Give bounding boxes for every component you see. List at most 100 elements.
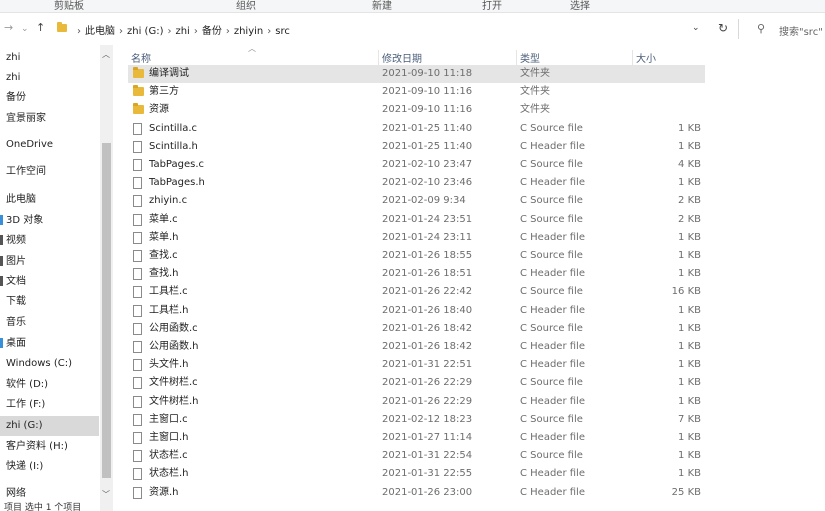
- table-row[interactable]: TabPages.h 2021-02-10 23:46 C Header file 1…: [128, 174, 705, 192]
- table-row[interactable]: 文件树栏.c 2021-01-26 22:29 C Source file 1 KB: [128, 374, 705, 392]
- sidebar-item[interactable]: 软件 (D:): [0, 375, 99, 395]
- table-row[interactable]: 公用函数.c 2021-01-26 18:42 C Source file 1 KB: [128, 320, 705, 338]
- file-icon: [133, 432, 142, 444]
- ribbon-group-organize[interactable]: 组织: [236, 0, 256, 12]
- table-row[interactable]: Scintilla.c 2021-01-25 11:40 C Source file…: [128, 120, 705, 138]
- scroll-down-chevron-icon[interactable]: ﹀: [102, 489, 110, 500]
- file-date: 2021-01-24 23:51: [382, 213, 473, 225]
- navigation-pane: zhi zhi 备份 宜景丽家 OneDrive 工作空间 此电脑 3D 对象 视频 图片 文档 下载…: [0, 45, 113, 511]
- file-type: C Header file: [520, 177, 585, 189]
- file-date: 2021-01-26 18:55: [382, 250, 473, 261]
- sidebar-item[interactable]: 图片: [0, 252, 99, 272]
- table-row[interactable]: TabPages.c 2021-02-10 23:47 C Source file 4…: [128, 156, 705, 174]
- sidebar-item-marker-icon: [0, 399, 3, 409]
- ribbon-group-new[interactable]: 新建: [372, 0, 392, 12]
- file-size: 2 KB: [678, 213, 701, 225]
- sidebar-item[interactable]: 工作 (F:): [0, 395, 99, 415]
- sidebar-item[interactable]: zhi: [0, 48, 99, 68]
- up-arrow-icon[interactable]: ↑: [36, 21, 45, 35]
- sidebar-item[interactable]: 宜景丽家: [0, 109, 99, 129]
- table-row[interactable]: 状态栏.h 2021-01-31 22:55 C Header file 1 KB: [128, 465, 705, 483]
- sidebar-item[interactable]: zhi (G:): [0, 416, 99, 436]
- table-row[interactable]: 工具栏.c 2021-01-26 22:42 C Source file 16 KB: [128, 283, 705, 301]
- file-icon: [133, 122, 142, 135]
- file-size: 1 KB: [678, 322, 701, 334]
- sidebar-item[interactable]: zhi: [0, 68, 99, 88]
- sidebar-item[interactable]: 备份: [0, 88, 99, 108]
- table-row[interactable]: 主窗口.h 2021-01-27 11:14 C Header file 1 KB: [128, 429, 705, 447]
- address-history-chevron-icon[interactable]: ⌄: [692, 23, 700, 33]
- file-date: 2021-09-10 11:16: [382, 86, 473, 98]
- sidebar-item[interactable]: 网络: [0, 484, 99, 504]
- sidebar-item[interactable]: 音乐: [0, 313, 99, 333]
- address-bar[interactable]: › 此电脑 › zhi (G:) › zhi › 备份 › zhiyin › src: [50, 19, 712, 41]
- ribbon-group-open[interactable]: 打开: [482, 0, 502, 12]
- table-row[interactable]: 编译调试 2021-09-10 11:18 文件夹: [128, 65, 705, 83]
- file-icon: [133, 468, 142, 481]
- sidebar-item[interactable]: 下载: [0, 292, 99, 312]
- column-divider[interactable]: [516, 50, 517, 66]
- status-text: 项目 选中 1 个项目: [4, 503, 82, 511]
- sidebar-item[interactable]: 视频: [0, 231, 99, 251]
- sidebar-scrollbar-thumb[interactable]: [102, 143, 111, 478]
- refresh-icon[interactable]: ↻: [718, 21, 728, 35]
- table-row[interactable]: 工具栏.h 2021-01-26 18:40 C Header file 1 KB: [128, 302, 705, 320]
- file-name: 主窗口.c: [149, 413, 188, 425]
- sidebar-item[interactable]: 文档: [0, 272, 99, 292]
- sidebar-item[interactable]: 此电脑: [0, 190, 99, 210]
- search-placeholder: 搜索"src": [779, 27, 823, 38]
- breadcrumb-separator-icon: ›: [77, 26, 81, 37]
- file-name: TabPages.c: [149, 159, 205, 170]
- recent-locations-chevron-icon[interactable]: ⌄: [21, 22, 29, 36]
- sidebar-item-marker-icon: [0, 194, 3, 204]
- breadcrumb-zhiyin[interactable]: zhiyin: [234, 26, 263, 37]
- ribbon-group-clipboard[interactable]: 剪贴板: [54, 0, 84, 12]
- sidebar-item[interactable]: 桌面: [0, 334, 99, 354]
- breadcrumb-this-pc[interactable]: 此电脑: [85, 26, 115, 37]
- sidebar-item-marker-icon: [0, 317, 3, 327]
- table-row[interactable]: zhiyin.c 2021-02-09 9:34 C Source file 2 KB: [128, 192, 705, 210]
- scroll-up-chevron-icon[interactable]: ︿: [102, 49, 110, 60]
- table-row[interactable]: 文件树栏.h 2021-01-26 22:29 C Header file 1 KB: [128, 393, 705, 411]
- sidebar-item-marker-icon: [0, 235, 3, 245]
- table-row[interactable]: 资源.h 2021-01-26 23:00 C Header file 25 KB: [128, 484, 705, 502]
- file-date: 2021-01-31 22:54: [382, 450, 473, 462]
- sidebar-item[interactable]: OneDrive: [0, 135, 99, 155]
- search-input[interactable]: ⚲ 搜索"src": [738, 19, 825, 39]
- sidebar-item-marker-icon: [0, 461, 3, 471]
- table-row[interactable]: 第三方 2021-09-10 11:16 文件夹: [128, 83, 705, 101]
- table-row[interactable]: 状态栏.c 2021-01-31 22:54 C Source file 1 KB: [128, 447, 705, 465]
- table-row[interactable]: Scintilla.h 2021-01-25 11:40 C Header file…: [128, 138, 705, 156]
- table-row[interactable]: 菜单.h 2021-01-24 23:11 C Header file 1 KB: [128, 229, 705, 247]
- ribbon-group-select[interactable]: 选择: [570, 0, 590, 12]
- sidebar-item[interactable]: Windows (C:): [0, 354, 99, 374]
- table-row[interactable]: 头文件.h 2021-01-31 22:51 C Header file 1 KB: [128, 356, 705, 374]
- file-icon: [133, 159, 142, 171]
- sidebar-item[interactable]: 3D 对象: [0, 211, 99, 231]
- table-row[interactable]: 公用函数.h 2021-01-26 18:42 C Header file 1 KB: [128, 338, 705, 356]
- breadcrumb-zhi[interactable]: zhi: [175, 26, 189, 37]
- sidebar-item-label: 图片: [6, 256, 26, 267]
- column-divider[interactable]: [378, 50, 379, 66]
- search-icon: ⚲: [757, 22, 766, 35]
- file-type: C Header file: [520, 140, 585, 152]
- file-date: 2021-01-26 22:29: [382, 395, 473, 407]
- file-date: 2021-01-25 11:40: [382, 140, 473, 152]
- table-row[interactable]: 查找.h 2021-01-26 18:51 C Header file 1 KB: [128, 265, 705, 283]
- sidebar-item[interactable]: 客户资料 (H:): [0, 437, 99, 457]
- file-icon: [133, 359, 142, 372]
- sidebar-item[interactable]: 工作空间: [0, 162, 99, 182]
- forward-arrow-icon[interactable]: →: [4, 21, 13, 35]
- table-row[interactable]: 资源 2021-09-10 11:16 文件夹: [128, 101, 705, 119]
- column-divider[interactable]: [632, 50, 633, 66]
- sidebar-item-label: Windows (C:): [6, 358, 72, 369]
- sidebar-item-marker-icon: [0, 338, 3, 348]
- table-row[interactable]: 主窗口.c 2021-02-12 18:23 C Source file 7 KB: [128, 411, 705, 429]
- sidebar-item[interactable]: 快递 (I:): [0, 457, 99, 477]
- file-size: 1 KB: [678, 395, 701, 407]
- breadcrumb-src[interactable]: src: [275, 26, 290, 37]
- table-row[interactable]: 菜单.c 2021-01-24 23:51 C Source file 2 KB: [128, 211, 705, 229]
- breadcrumb-drive-g[interactable]: zhi (G:): [127, 26, 163, 37]
- table-row[interactable]: 查找.c 2021-01-26 18:55 C Source file 1 KB: [128, 247, 705, 265]
- breadcrumb-backup[interactable]: 备份: [202, 26, 222, 37]
